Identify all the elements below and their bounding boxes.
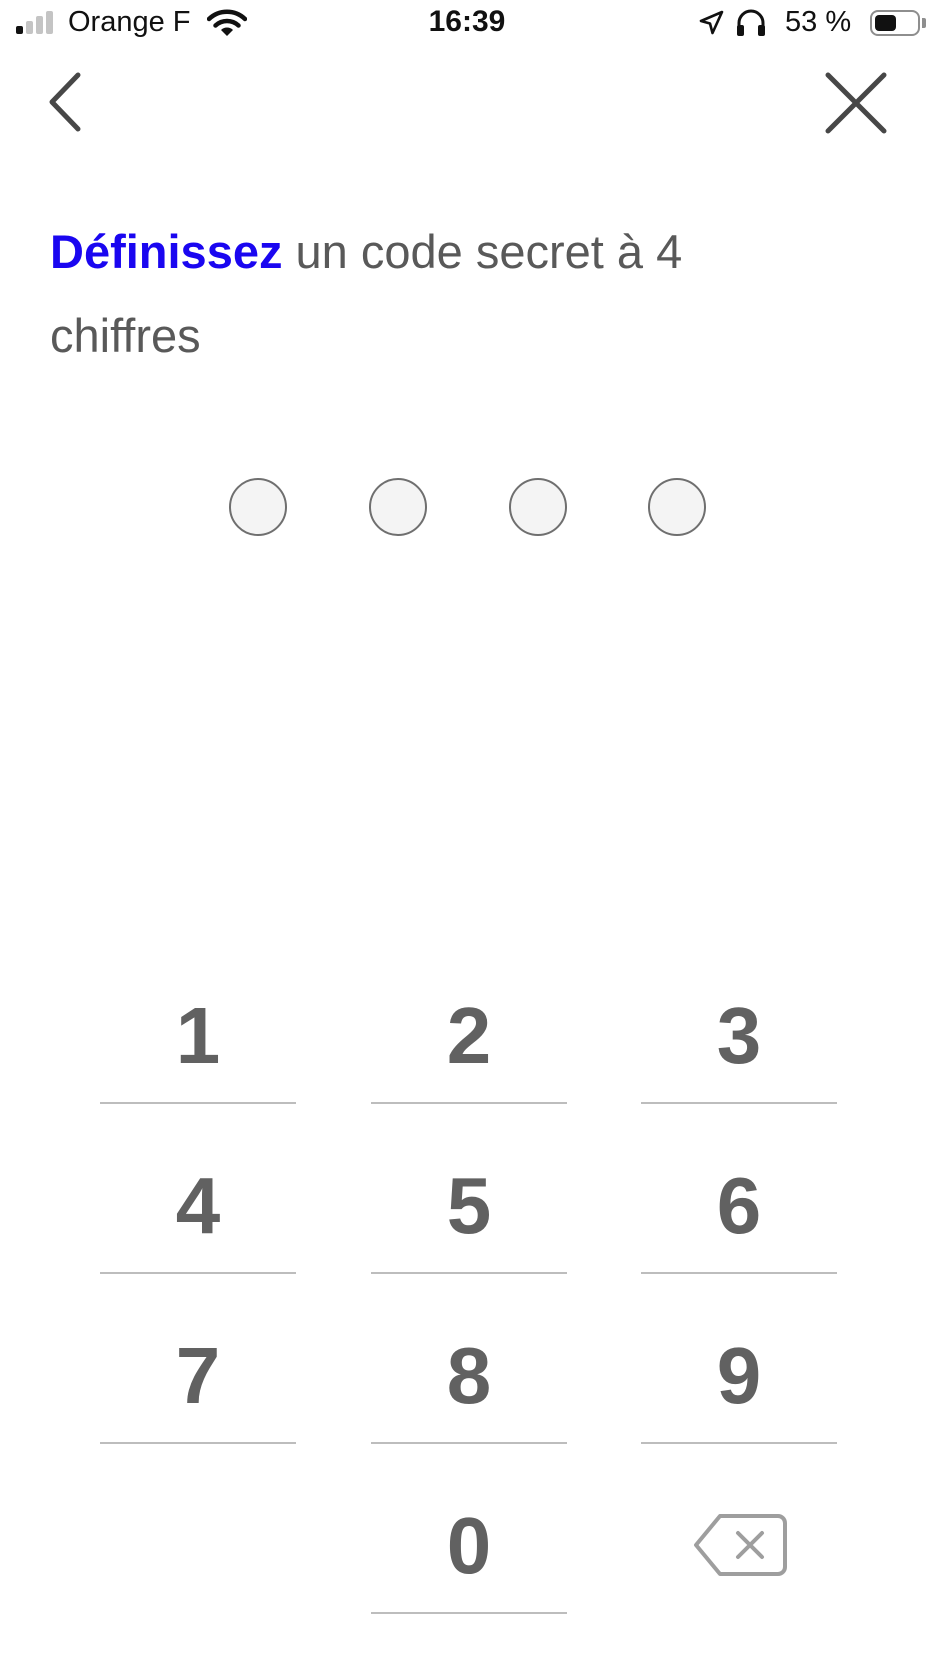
location-icon xyxy=(699,10,724,35)
pin-dot xyxy=(229,478,287,536)
pin-indicator xyxy=(0,478,934,538)
backspace-icon[interactable] xyxy=(692,1512,788,1578)
close-button[interactable] xyxy=(816,65,896,140)
key-4[interactable]: 4 xyxy=(100,1150,296,1274)
pin-dot xyxy=(369,478,427,536)
key-3[interactable]: 3 xyxy=(641,980,837,1104)
key-9[interactable]: 9 xyxy=(641,1320,837,1444)
battery-percent: 53 % xyxy=(785,6,852,38)
page-title-accent: Définissez xyxy=(50,225,283,278)
key-5[interactable]: 5 xyxy=(371,1150,567,1274)
headphones-icon xyxy=(737,9,765,36)
status-bar: Orange F 16:39 53 % xyxy=(0,0,934,48)
battery-cap xyxy=(922,18,926,28)
page-title: Définissez un code secret à 4 chiffres xyxy=(50,210,830,378)
pin-dot xyxy=(648,478,706,536)
key-7[interactable]: 7 xyxy=(100,1320,296,1444)
back-button[interactable] xyxy=(40,65,100,140)
pin-dot xyxy=(509,478,567,536)
key-8[interactable]: 8 xyxy=(371,1320,567,1444)
key-2[interactable]: 2 xyxy=(371,980,567,1104)
key-6[interactable]: 6 xyxy=(641,1150,837,1274)
key-1[interactable]: 1 xyxy=(100,980,296,1104)
battery-icon xyxy=(870,10,920,36)
key-0[interactable]: 0 xyxy=(371,1490,567,1614)
